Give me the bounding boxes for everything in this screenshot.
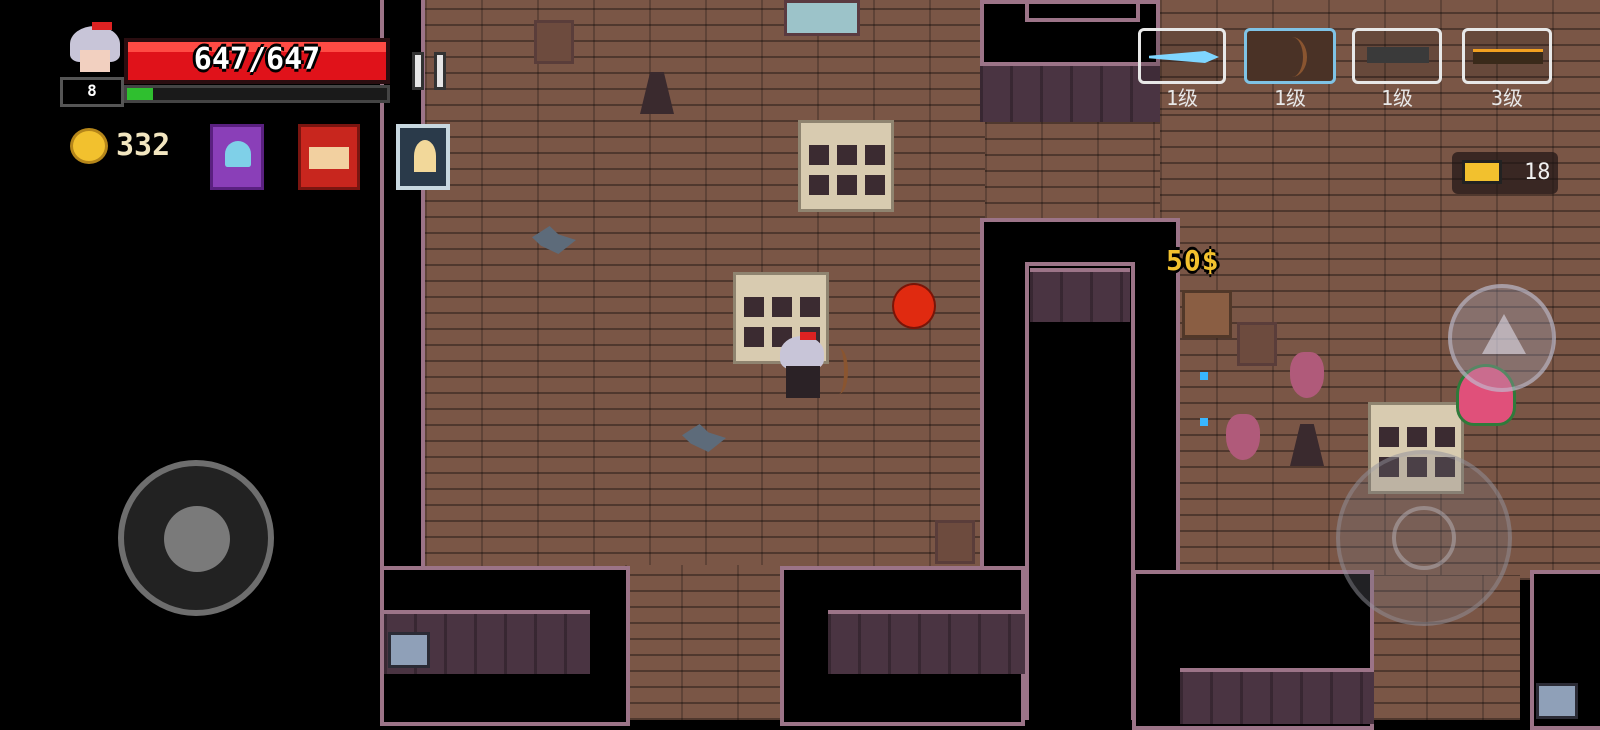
enemy-radish-2[interactable] (1226, 414, 1260, 460)
wall-face-bottom-right (1180, 668, 1374, 724)
weapon-slot-2[interactable] (1244, 28, 1336, 84)
floor-corridor-bottom (625, 565, 785, 720)
wall-pillar-inner (1025, 262, 1135, 720)
crosshair-icon (1392, 506, 1456, 570)
bow-icon (1277, 37, 1307, 77)
wall-notch (1025, 0, 1140, 22)
pause-button[interactable] (408, 50, 454, 92)
floor-top-right (985, 110, 1160, 220)
gold-amount: 332 (116, 128, 171, 163)
ammo-count: 18 (1524, 160, 1551, 185)
mirror (784, 0, 860, 36)
xp-bar (124, 85, 390, 103)
vent-2 (935, 520, 975, 564)
frost-sword-icon (1149, 51, 1219, 63)
xp-fill (127, 88, 153, 100)
enemy-radish-1[interactable] (1290, 352, 1324, 398)
weapon-slot-3[interactable] (1352, 28, 1442, 84)
player-avatar (66, 22, 124, 78)
shop-crate[interactable] (1182, 290, 1232, 338)
movement-joystick[interactable] (118, 460, 274, 616)
vent-3 (1237, 322, 1277, 366)
weapon-slot-2-level: 1级 (1273, 86, 1307, 110)
gun-buff-icon[interactable] (298, 124, 360, 190)
wall-face-top (980, 62, 1160, 122)
player-bow (830, 348, 848, 394)
skill-icon (1482, 314, 1526, 354)
smg-icon (1367, 47, 1429, 63)
wall-face-pillar (1030, 268, 1130, 322)
joystick-knob[interactable] (164, 506, 230, 572)
ammo-icon (1462, 160, 1502, 184)
wall-face-bottom-mid (828, 610, 1025, 674)
spark-2 (1200, 418, 1208, 426)
weapon-slot-1[interactable] (1138, 28, 1226, 84)
window-left (388, 632, 430, 668)
weapon-slot-4-level: 3级 (1490, 86, 1524, 110)
floor-main (425, 0, 985, 570)
player-character (774, 332, 830, 402)
fire-button[interactable] (1336, 450, 1512, 626)
vent-1 (534, 20, 574, 64)
spark-1 (1200, 372, 1208, 380)
skill-button[interactable] (1448, 284, 1556, 392)
weapon-slot-1-level: 1级 (1165, 86, 1199, 110)
red-orb (892, 283, 936, 329)
hp-text: 647/647 (193, 42, 321, 77)
ghost-buff-icon[interactable] (210, 124, 264, 190)
weapon-slot-3-level: 1级 (1380, 86, 1414, 110)
helmet-buff-icon[interactable] (396, 124, 450, 190)
weapon-slot-4[interactable] (1462, 28, 1552, 84)
gold-coin-icon (70, 128, 108, 164)
level-label: 8 (87, 81, 97, 100)
window-right (1536, 683, 1578, 719)
cabinet-1 (798, 120, 894, 212)
rifle-icon (1473, 49, 1543, 64)
shop-price: 50$ (1166, 244, 1220, 277)
